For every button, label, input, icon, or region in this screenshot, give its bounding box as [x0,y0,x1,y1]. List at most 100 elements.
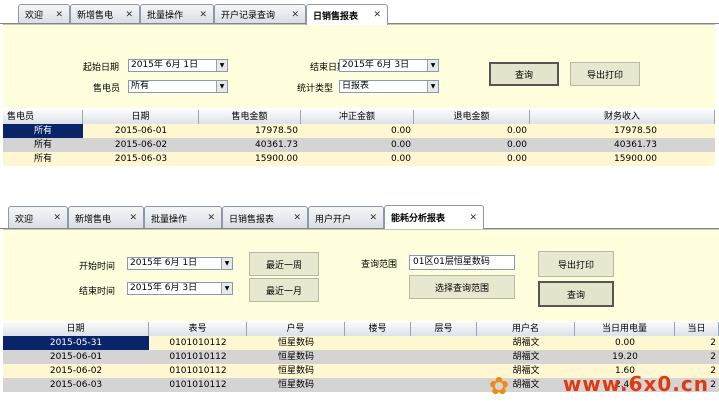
export-print-label: 导出打印 [586,70,623,81]
start-date-label: 起始日期 [83,63,120,73]
tab-label: 批量操作 [147,11,184,21]
cell-account-no: 恒星数码 [277,338,314,348]
column-header[interactable]: 当日 [675,322,719,336]
close-icon[interactable]: ✕ [469,213,477,223]
flower-logo-icon: ✿ [488,372,509,400]
dropdown-arrow-icon[interactable]: ▼ [427,81,438,92]
tab-label: 新增售电 [77,11,114,21]
tab-account-records[interactable]: 开户记录查询 ✕ [214,4,306,24]
close-icon[interactable]: ✕ [207,213,215,223]
column-header[interactable]: 用户名 [477,322,575,336]
cell-account-no: 恒星数码 [277,366,314,376]
close-icon[interactable]: ✕ [55,10,63,20]
tab-energy-analysis-report[interactable]: 能耗分析报表 ✕ [384,205,484,229]
export-print-button[interactable]: 导出打印 [538,251,614,277]
close-icon[interactable]: ✕ [291,10,299,20]
end-time-value: 2015年 6月 3日 [130,283,198,293]
cell-daily-usage: 0.00 [614,338,636,348]
cell-refund-amount: 0.00 [506,126,527,136]
tab-welcome[interactable]: 欢迎 ✕ [8,206,68,229]
table-row[interactable]: 2015-05-31 0101010112 恒星数码 胡福文 0.00 2 [3,336,719,350]
column-header[interactable]: 财务收入 [530,110,715,124]
close-icon[interactable]: ✕ [369,213,377,223]
column-header[interactable]: 冲正金额 [301,110,414,124]
end-time-label: 结束时间 [79,287,116,297]
seller-select[interactable]: 所有 ▼ [128,80,228,93]
select-range-button[interactable]: 选择查询范围 [409,275,515,299]
close-icon[interactable]: ✕ [293,213,301,223]
column-header[interactable]: 退电金额 [414,110,530,124]
tab-batch-ops[interactable]: 批量操作 ✕ [140,4,214,24]
tab-welcome[interactable]: 欢迎 ✕ [18,4,70,24]
end-date-value: 2015年 6月 3日 [342,60,410,70]
tab-batch-ops[interactable]: 批量操作 ✕ [144,206,222,229]
tab-bar: 欢迎 ✕ 新增售电 ✕ 批量操作 ✕ 开户记录查询 ✕ 日销售报表 ✕ [0,0,719,25]
tab-daily-sales-report[interactable]: 日销售报表 ✕ [306,4,388,25]
close-icon[interactable]: ✕ [373,10,381,20]
cell-finance-income: 17978.50 [614,126,657,136]
tab-new-sale[interactable]: 新增售电 ✕ [70,4,140,24]
close-icon[interactable]: ✕ [53,213,61,223]
cell-daily-usage: 19.20 [612,352,638,362]
range-input[interactable]: 01区01层恒星数码 [409,255,515,270]
select-range-label: 选择查询范围 [434,283,489,294]
stat-type-select[interactable]: 日报表 ▼ [339,80,439,93]
cell-username: 胡福文 [512,338,540,348]
tab-label: 欢迎 [15,214,34,225]
cell-sales-amount: 40361.73 [255,140,298,150]
query-button[interactable]: 查询 [489,62,559,86]
start-time-picker[interactable]: 2015年 6月 1日 ▼ [127,257,233,270]
column-header[interactable]: 表号 [149,322,247,336]
table-row[interactable]: 所有 2015-06-03 15900.00 0.00 0.00 15900.0… [3,152,715,166]
table-row[interactable]: 2015-06-01 0101010112 恒星数码 胡福文 19.20 2 [3,350,719,364]
dropdown-arrow-icon[interactable]: ▼ [216,60,227,71]
stat-type-value: 日报表 [342,81,370,91]
dropdown-arrow-icon[interactable]: ▼ [427,60,438,71]
tab-user-account[interactable]: 用户开户 ✕ [308,206,384,229]
export-print-button[interactable]: 导出打印 [570,62,640,86]
start-date-picker[interactable]: 2015年 6月 1日 ▼ [128,59,228,72]
table-row[interactable]: 所有 2015-06-01 17978.50 0.00 0.00 17978.5… [3,124,715,138]
cell-seller: 所有 [33,154,52,164]
column-header[interactable]: 户号 [247,322,345,336]
dropdown-arrow-icon[interactable]: ▼ [221,283,232,294]
tab-label: 用户开户 [315,214,352,225]
cell-seller: 所有 [33,140,52,150]
tab-label: 开户记录查询 [221,11,276,21]
query-button-label: 查询 [514,70,533,81]
cell-date: 2015-06-03 [114,154,168,164]
recent-week-button[interactable]: 最近一周 [249,252,319,276]
dropdown-arrow-icon[interactable]: ▼ [216,81,227,92]
table-row[interactable]: 所有 2015-06-02 40361.73 0.00 0.00 40361.7… [3,138,715,152]
cell-meter-no: 0101010112 [169,366,227,376]
start-date-value: 2015年 6月 1日 [131,60,199,70]
column-header[interactable]: 层号 [411,322,477,336]
table-header: 售电员 日期 售电金额 冲正金额 退电金额 财务收入 [3,110,715,124]
close-icon[interactable]: ✕ [129,213,137,223]
column-header[interactable]: 楼号 [345,322,411,336]
query-button-label: 查询 [566,290,585,301]
end-time-picker[interactable]: 2015年 6月 3日 ▼ [127,282,233,295]
cell-username: 胡福文 [512,352,540,362]
column-header[interactable]: 售电金额 [199,110,301,124]
column-header[interactable]: 日期 [83,110,199,124]
close-icon[interactable]: ✕ [125,10,133,20]
column-header[interactable]: 日期 [3,322,149,336]
column-header[interactable]: 售电员 [3,110,83,124]
cell-reversal-amount: 0.00 [390,126,411,136]
tab-label: 能耗分析报表 [391,214,446,224]
cell-floor [411,364,477,378]
tab-label: 新增售电 [75,214,112,225]
cell-date: 2015-06-03 [49,380,103,390]
query-button[interactable]: 查询 [538,281,614,307]
close-icon[interactable]: ✕ [199,10,207,20]
column-header[interactable]: 当日用电量 [575,322,675,336]
end-date-picker[interactable]: 2015年 6月 3日 ▼ [339,59,439,72]
tab-daily-sales-report[interactable]: 日销售报表 ✕ [222,206,308,229]
tab-new-sale[interactable]: 新增售电 ✕ [68,206,144,229]
cell-building [345,378,411,392]
cell-date: 2015-06-01 [49,352,103,362]
start-time-label: 开始时间 [79,262,116,272]
dropdown-arrow-icon[interactable]: ▼ [221,258,232,269]
recent-month-button[interactable]: 最近一月 [249,278,319,302]
